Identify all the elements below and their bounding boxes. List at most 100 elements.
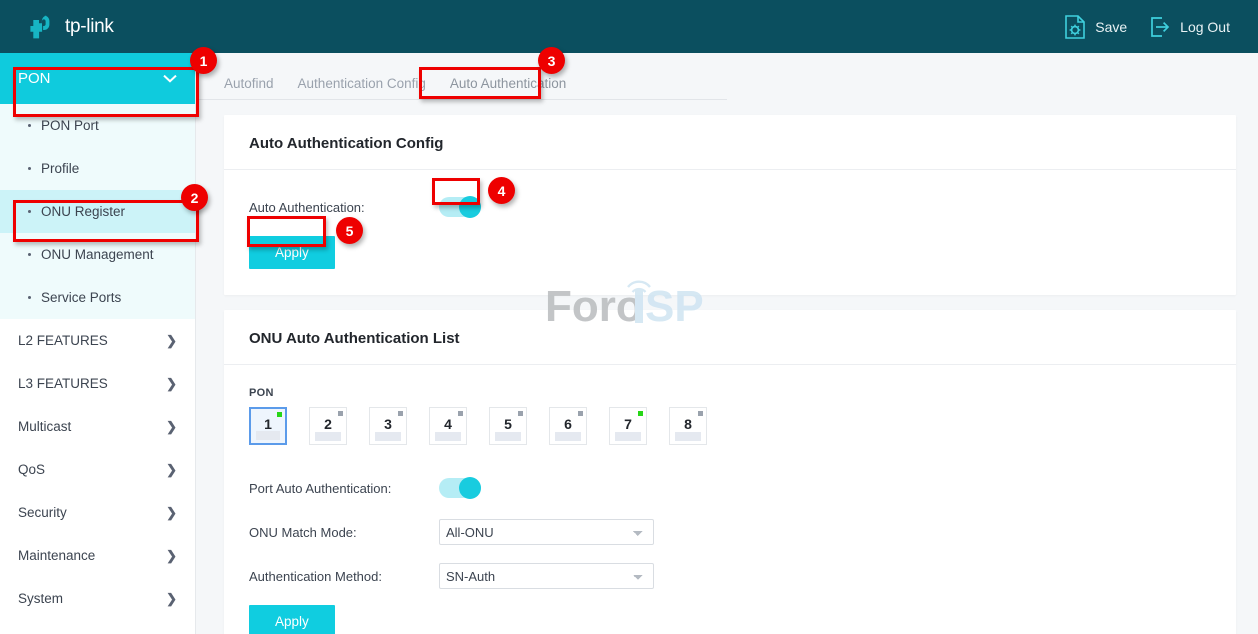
pon-port-number: 4 [444,415,452,432]
chevron-right-icon: ❯ [166,504,177,520]
sidebar-item-label: Profile [41,161,80,176]
port-status-led-icon [638,411,643,416]
pon-port-5[interactable]: 5 [489,407,527,445]
config-card-body: Auto Authentication: Apply [224,170,1236,295]
bullet-icon [28,167,31,170]
port-slot-icon [435,432,461,441]
tab-authentication-config[interactable]: Authentication Config [286,76,438,99]
sidebar-nav-label: Security [18,505,67,520]
list-card-body: PON 1 2 3 4 5 6 7 8 Port Auto Authentica… [224,365,1236,634]
sidebar-item-label: PON Port [41,118,99,133]
sidebar-item-pon-port[interactable]: PON Port [0,104,195,147]
pon-port-number: 6 [564,415,572,432]
topbar-actions: Save Log Out [1064,14,1230,39]
sidebar-nav-label: System [18,591,64,606]
authentication-method-label: Authentication Method: [249,568,382,584]
pon-port-2[interactable]: 2 [309,407,347,445]
port-status-led-icon [398,411,403,416]
authentication-method-select[interactable]: SN-Auth [439,563,654,589]
sidebar-item-maintenance[interactable]: Maintenance ❯ [0,534,195,577]
pon-port-8[interactable]: 8 [669,407,707,445]
sidebar-item-system[interactable]: System ❯ [0,577,195,620]
pon-port-6[interactable]: 6 [549,407,587,445]
sidebar-item-profile[interactable]: Profile [0,147,195,190]
save-button[interactable]: Save [1064,14,1128,39]
sidebar-nav-label: Maintenance [18,548,96,563]
bullet-icon [28,210,31,213]
toggle-knob-icon [459,196,481,218]
onu-auto-authentication-list-card: ONU Auto Authentication List PON 1 2 3 4… [224,310,1236,634]
tp-link-logo-icon [30,15,50,38]
sidebar-item-l3-features[interactable]: L3 FEATURES ❯ [0,362,195,405]
sidebar-item-service-ports[interactable]: Service Ports [0,276,195,319]
sidebar-item-security[interactable]: Security ❯ [0,491,195,534]
port-status-led-icon [518,411,523,416]
port-auto-authentication-row: Port Auto Authentication: [249,473,1211,503]
pon-port-4[interactable]: 4 [429,407,467,445]
port-status-led-icon [458,411,463,416]
sidebar-item-label: Service Ports [41,290,122,305]
port-status-led-icon [578,411,583,416]
sidebar-item-onu-register[interactable]: ONU Register [0,190,195,233]
tab-auto-authentication[interactable]: Auto Authentication [438,76,578,99]
logout-arrow-icon [1151,16,1170,37]
brand-name: tp-link [65,15,114,37]
chevron-down-icon [163,74,177,83]
bullet-icon [28,296,31,299]
tab-autofind[interactable]: Autofind [224,76,286,99]
sidebar: PON PON Port Profile ONU Register ONU Ma… [0,53,196,634]
config-apply-button[interactable]: Apply [249,236,335,269]
auto-authentication-config-card: Auto Authentication Config Auto Authenti… [224,115,1236,295]
onu-match-mode-label: ONU Match Mode: [249,524,357,540]
sidebar-item-label: ONU Register [41,204,126,219]
port-auto-authentication-toggle[interactable] [439,477,481,499]
port-slot-icon [315,432,341,441]
logout-button[interactable]: Log Out [1149,15,1230,39]
sidebar-submenu-pon: PON Port Profile ONU Register ONU Manage… [0,104,195,319]
port-slot-icon [555,432,581,441]
pon-port-7[interactable]: 7 [609,407,647,445]
pon-group-label: PON [249,387,274,399]
page-root: tp-link Save Log Out PON PON Port Profil… [0,0,1258,634]
sidebar-item-multicast[interactable]: Multicast ❯ [0,405,195,448]
sidebar-nav-label: Multicast [18,419,72,434]
sidebar-item-l2-features[interactable]: L2 FEATURES ❯ [0,319,195,362]
sidebar-item-label: ONU Management [41,247,154,262]
brand-logo[interactable]: tp-link [30,14,114,40]
pon-port-3[interactable]: 3 [369,407,407,445]
pon-port-number: 2 [324,415,332,432]
port-slot-icon [375,432,401,441]
chevron-right-icon: ❯ [166,418,177,434]
port-status-led-icon [277,412,282,417]
sidebar-group-pon[interactable]: PON [0,53,195,104]
auto-authentication-label: Auto Authentication: [249,199,365,215]
auto-authentication-toggle[interactable] [439,196,481,218]
onu-match-mode-select[interactable]: All-ONU [439,519,654,545]
pon-port-number: 1 [264,415,272,432]
sidebar-item-onu-management[interactable]: ONU Management [0,233,195,276]
pon-port-1[interactable]: 1 [249,407,287,445]
chevron-right-icon: ❯ [166,461,177,477]
port-slot-icon [495,432,521,441]
pon-port-number: 7 [624,415,632,432]
authentication-method-row: Authentication Method: SN-Auth [249,561,1211,591]
sidebar-item-qos[interactable]: QoS ❯ [0,448,195,491]
bullet-icon [28,253,31,256]
pon-port-number: 5 [504,415,512,432]
toggle-knob-icon [459,477,481,499]
tab-bar: Autofind Authentication Config Auto Auth… [197,64,727,100]
sidebar-nav-label: L3 FEATURES [18,376,108,391]
save-label: Save [1095,18,1128,35]
port-auto-authentication-label: Port Auto Authentication: [249,480,392,496]
auto-authentication-row: Auto Authentication: [249,192,1211,222]
list-apply-button[interactable]: Apply [249,605,335,634]
chevron-right-icon: ❯ [166,590,177,606]
port-status-led-icon [338,411,343,416]
list-card-title: ONU Auto Authentication List [224,310,1236,365]
bullet-icon [28,124,31,127]
chevron-right-icon: ❯ [166,375,177,391]
sidebar-nav-label: QoS [18,462,46,477]
sidebar-nav-label: L2 FEATURES [18,333,108,348]
sidebar-group-pon-label: PON [18,70,51,87]
onu-match-mode-row: ONU Match Mode: All-ONU [249,517,1211,547]
